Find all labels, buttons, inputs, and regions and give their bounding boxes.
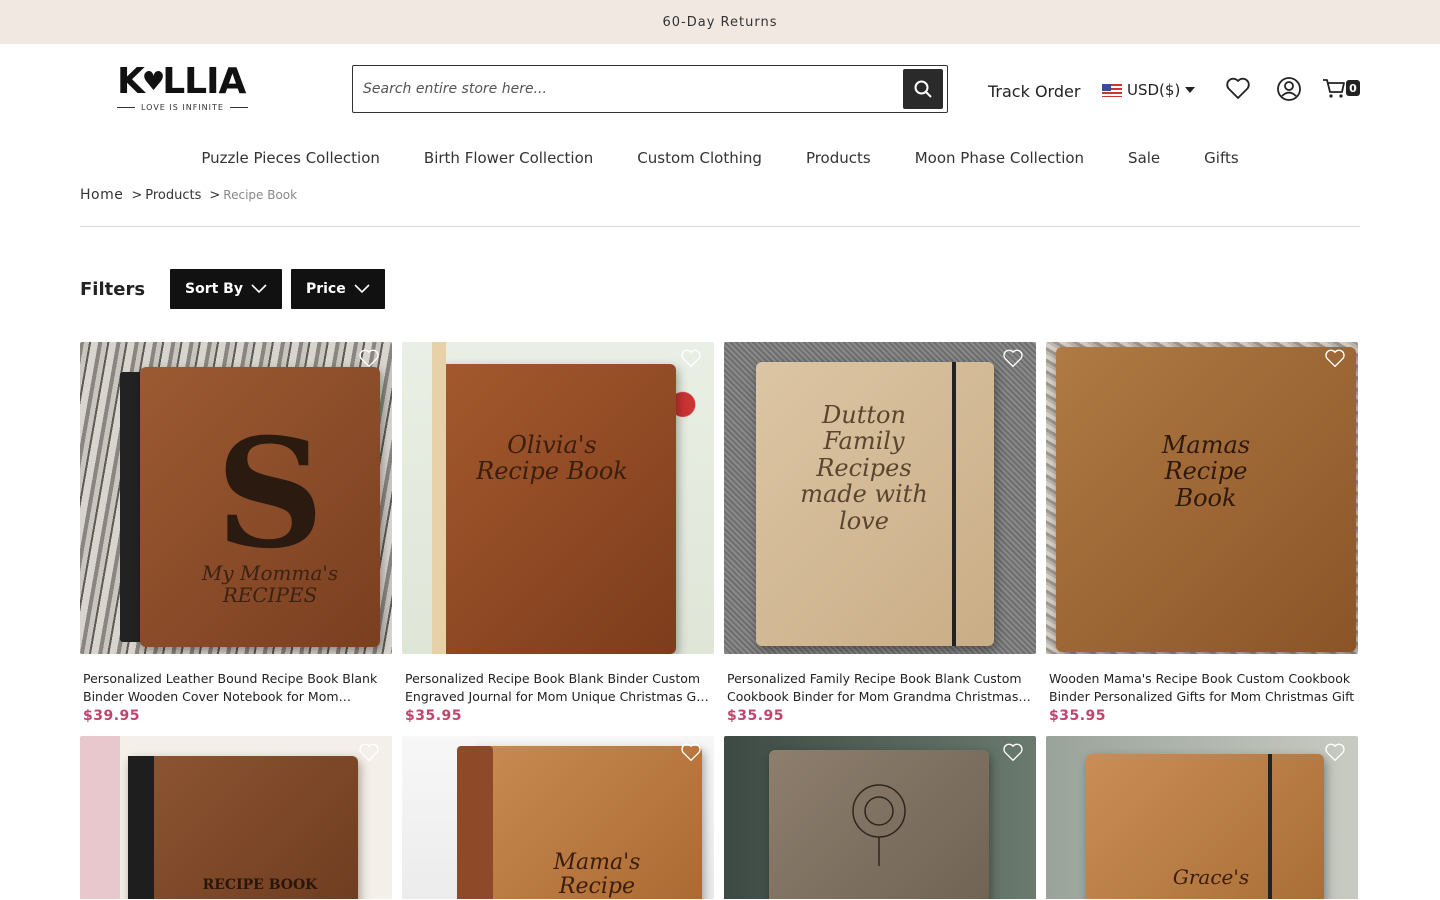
brand-logo[interactable]: K ♥ LLIA LOVE IS INFINITE [117, 64, 255, 112]
us-flag-icon [1102, 83, 1122, 97]
price-filter-button[interactable]: Price [290, 269, 385, 309]
product-engraving: My Momma's RECIPES [201, 561, 339, 607]
product-card[interactable]: Olivia's Recipe Book Personalized Recipe… [402, 342, 714, 724]
wishlist-heart-icon[interactable] [1002, 742, 1024, 762]
cart-count-badge: 0 [1346, 80, 1360, 96]
breadcrumb: Home > Products > Recipe Book [80, 187, 297, 203]
chevron-down-icon [354, 284, 370, 294]
product-engraving: Dutton Family Recipes made with love [800, 401, 928, 535]
product-title[interactable]: Personalized Leather Bound Recipe Book B… [83, 670, 389, 706]
chevron-down-icon [251, 284, 267, 294]
product-card[interactable]: Grace's [1046, 736, 1358, 899]
wishlist-heart-icon[interactable] [358, 348, 380, 368]
breadcrumb-current: Recipe Book [223, 188, 298, 202]
product-engraving: Mama's Recipe [553, 850, 641, 899]
product-image[interactable]: Olivia's Recipe Book [402, 342, 714, 654]
nav-item-sale[interactable]: Sale [1106, 149, 1182, 167]
product-image[interactable]: Dutton Family Recipes made with love [724, 342, 1036, 654]
currency-selector[interactable]: USD($) [1102, 81, 1196, 99]
nav-item-custom-clothing[interactable]: Custom Clothing [615, 149, 784, 167]
product-price: $39.95 [83, 708, 141, 724]
wishlist-heart-icon[interactable] [1324, 742, 1346, 762]
flower-engraving-icon [852, 784, 906, 866]
product-image[interactable]: Grace's [1046, 736, 1358, 899]
caret-down-icon [1185, 87, 1196, 93]
search-icon [914, 80, 932, 98]
product-price: $35.95 [405, 708, 463, 724]
product-price: $35.95 [727, 708, 785, 724]
nav-item-puzzle-pieces[interactable]: Puzzle Pieces Collection [179, 149, 402, 167]
account-user-icon[interactable] [1276, 76, 1302, 102]
product-engraving: Grace's [1172, 865, 1250, 889]
product-card[interactable]: RECIPE BOOK [80, 736, 392, 899]
announcement-text: 60-Day Returns [662, 14, 778, 30]
cart-icon[interactable] [1322, 78, 1346, 100]
product-image[interactable] [724, 736, 1036, 899]
product-image[interactable]: RECIPE BOOK [80, 736, 392, 899]
search-bar [352, 65, 948, 113]
wishlist-heart-icon[interactable] [1324, 348, 1346, 368]
breadcrumb-separator: > [209, 188, 221, 203]
wishlist-heart-icon[interactable] [1002, 348, 1024, 368]
product-engraving: RECIPE BOOK [202, 877, 318, 893]
logo-wordmark: K ♥ LLIA [117, 61, 246, 102]
wishlist-heart-icon[interactable] [680, 348, 702, 368]
wishlist-heart-icon[interactable] [680, 742, 702, 762]
announcement-bar: 60-Day Returns [0, 0, 1440, 44]
wishlist-heart-icon[interactable] [1225, 76, 1251, 100]
site-header: K♥LLIA LOVE IS INFINITE Track Order USD(… [0, 44, 1440, 136]
product-engraving: Mamas Recipe Book [1161, 431, 1251, 512]
product-card[interactable] [724, 736, 1036, 899]
track-order-link[interactable]: Track Order [988, 82, 1080, 101]
product-card[interactable]: Mama's Recipe [402, 736, 714, 899]
sort-by-button[interactable]: Sort By [170, 269, 282, 309]
currency-label: USD($) [1127, 81, 1181, 99]
search-button[interactable] [903, 69, 943, 109]
nav-item-gifts[interactable]: Gifts [1182, 149, 1261, 167]
breadcrumb-products[interactable]: Products [145, 188, 201, 203]
sort-by-label: Sort By [185, 281, 243, 297]
nav-item-moon-phase[interactable]: Moon Phase Collection [893, 149, 1106, 167]
nav-item-products[interactable]: Products [784, 149, 893, 167]
filter-bar: Filters Sort By Price [80, 269, 394, 309]
product-image[interactable]: Mamas Recipe Book [1046, 342, 1358, 654]
breadcrumb-separator: > [131, 188, 143, 203]
nav-item-birth-flower[interactable]: Birth Flower Collection [402, 149, 615, 167]
divider [80, 226, 1360, 227]
logo-tagline: LOVE IS INFINITE [141, 103, 224, 112]
product-title[interactable]: Personalized Family Recipe Book Blank Cu… [727, 670, 1033, 706]
main-nav: Puzzle Pieces Collection Birth Flower Co… [0, 149, 1440, 167]
search-input[interactable] [353, 81, 903, 97]
product-card[interactable]: Mamas Recipe Book Wooden Mama's Recipe B… [1046, 342, 1358, 724]
product-grid: S My Momma's RECIPES Personalized Leathe… [80, 342, 1360, 899]
product-card[interactable]: Dutton Family Recipes made with love Per… [724, 342, 1036, 724]
product-price: $35.95 [1049, 708, 1107, 724]
product-engraving: Olivia's Recipe Book [476, 431, 628, 486]
breadcrumb-home[interactable]: Home [80, 187, 123, 203]
wishlist-heart-icon[interactable] [358, 742, 380, 762]
product-image[interactable]: Mama's Recipe [402, 736, 714, 899]
product-title[interactable]: Wooden Mama's Recipe Book Custom Cookboo… [1049, 670, 1355, 706]
product-image[interactable]: S My Momma's RECIPES [80, 342, 392, 654]
filters-label: Filters [80, 278, 146, 300]
product-card[interactable]: S My Momma's RECIPES Personalized Leathe… [80, 342, 392, 724]
product-title[interactable]: Personalized Recipe Book Blank Binder Cu… [405, 670, 711, 706]
price-filter-label: Price [305, 281, 346, 297]
